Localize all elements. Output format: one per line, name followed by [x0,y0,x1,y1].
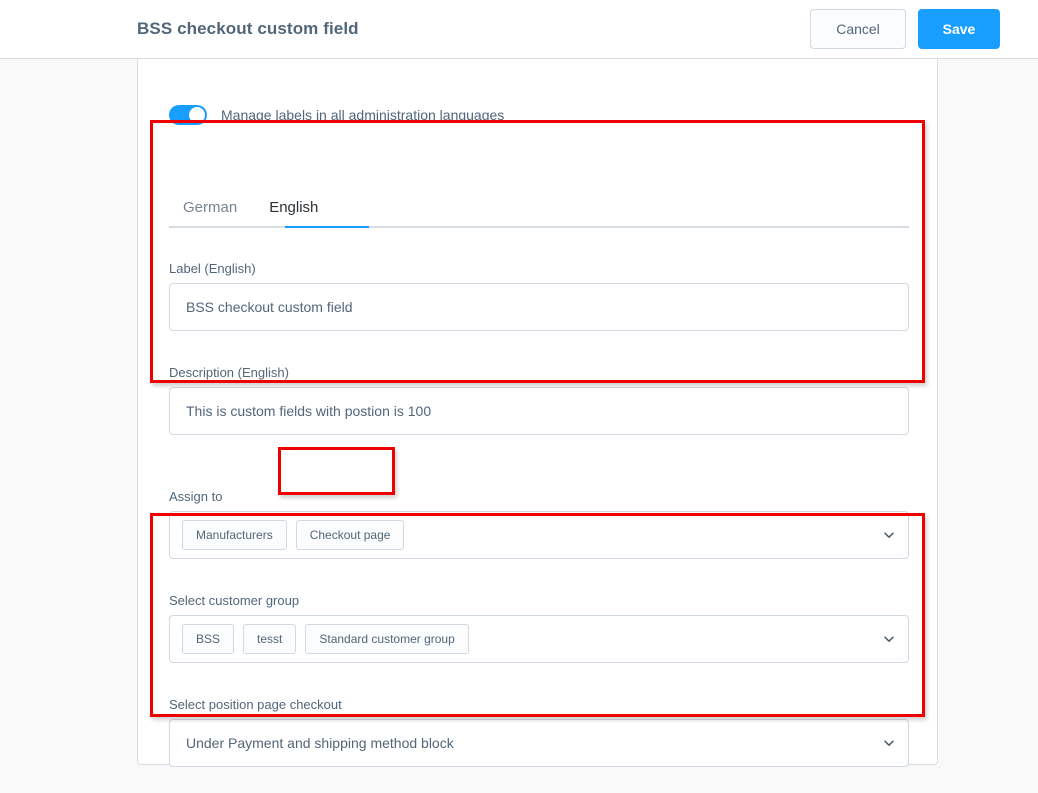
customer-group-select[interactable]: BSS tesst Standard customer group [169,615,909,663]
chevron-down-icon[interactable] [882,736,896,750]
customer-group-group: Select customer group BSS tesst Standard… [169,593,909,663]
assign-to-caption: Assign to [169,489,223,504]
app-header: BSS checkout custom field Cancel Save [0,0,1038,59]
tab-english[interactable]: English [269,199,318,226]
position-group: Select position page checkout Under Paym… [169,697,909,767]
position-selected-value: Under Payment and shipping method block [186,735,454,751]
label-input[interactable]: BSS checkout custom field [169,283,909,331]
description-field-group: Description (English) This is custom fie… [169,365,909,435]
tab-rail [169,226,909,228]
chip-tesst[interactable]: tesst [243,624,297,654]
cancel-button[interactable]: Cancel [810,9,906,49]
chevron-down-icon[interactable] [882,632,896,646]
assign-to-group: Assign to Manufacturers Checkout page [169,489,909,559]
tab-german[interactable]: German [183,199,237,226]
customer-group-chips: BSS tesst Standard customer group [182,624,873,654]
language-panel: German English [152,183,924,228]
customer-group-caption: Select customer group [169,593,300,608]
header-actions: Cancel Save [810,9,1000,49]
assign-to-chips: Manufacturers Checkout page [182,520,873,550]
page-title: BSS checkout custom field [137,19,359,38]
position-select[interactable]: Under Payment and shipping method block [169,719,909,767]
page-canvas: Manage labels in all administration lang… [0,59,1038,793]
manage-labels-label: Manage labels in all administration lang… [221,107,505,123]
custom-field-card: Manage labels in all administration lang… [137,59,938,767]
tab-active-underline [285,226,369,228]
label-field-group: Label (English) BSS checkout custom fiel… [169,261,909,331]
language-tabs: German English [152,183,924,226]
description-input[interactable]: This is custom fields with postion is 10… [169,387,909,435]
chip-bss[interactable]: BSS [182,624,235,654]
description-field-caption: Description (English) [169,365,289,380]
label-field-caption: Label (English) [169,261,256,276]
chip-checkout-page[interactable]: Checkout page [295,520,405,550]
manage-labels-toggle-row[interactable]: Manage labels in all administration lang… [169,105,504,125]
manage-labels-toggle[interactable] [169,105,207,125]
assign-to-select[interactable]: Manufacturers Checkout page [169,511,909,559]
toggle-knob [189,107,205,123]
position-caption: Select position page checkout [169,697,342,712]
chip-manufacturers[interactable]: Manufacturers [182,520,287,550]
chip-standard-customer-group[interactable]: Standard customer group [305,624,469,654]
save-button[interactable]: Save [918,9,1000,49]
chevron-down-icon[interactable] [882,528,896,542]
